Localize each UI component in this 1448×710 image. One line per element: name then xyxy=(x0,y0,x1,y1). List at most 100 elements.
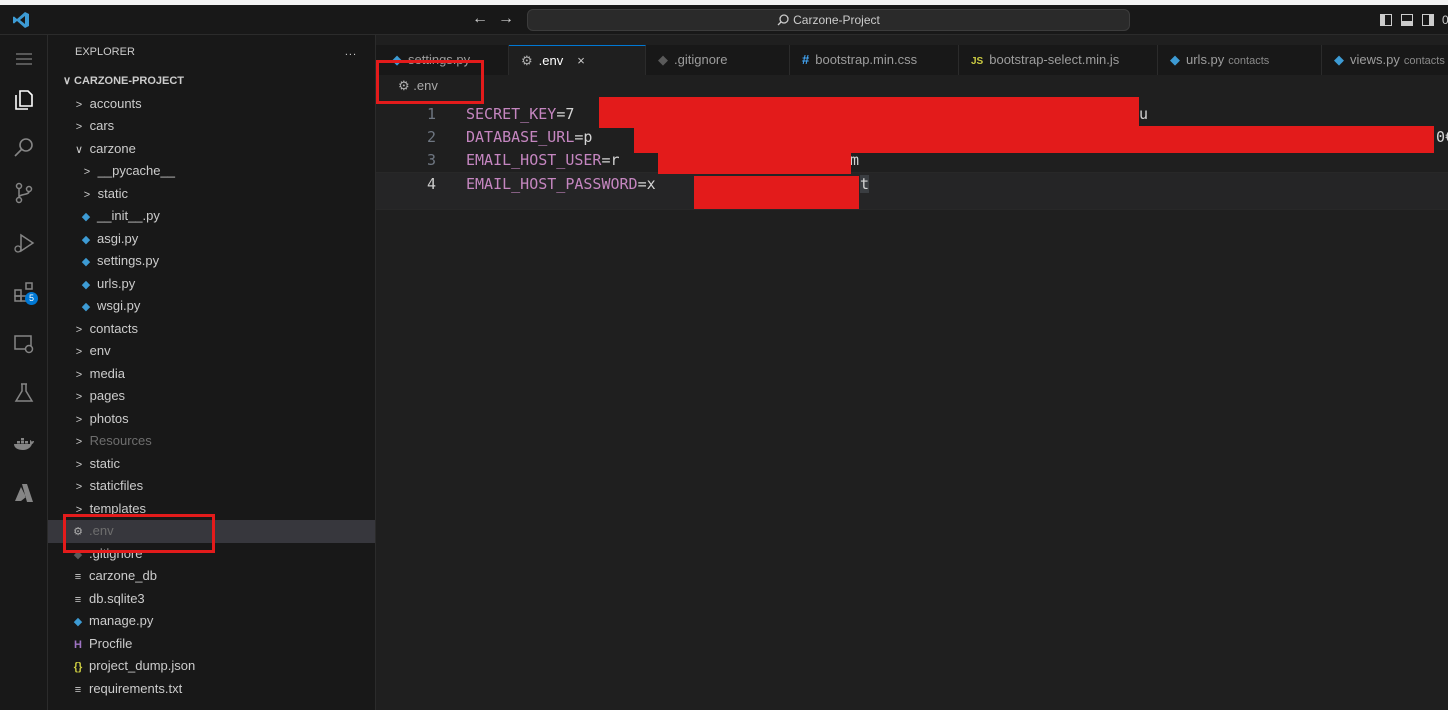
editor-tabs: ◆settings.py ⚙settings.py.env× ◆.gitigno… xyxy=(376,45,1448,75)
tab-bootstrap-min-css[interactable]: # bootstrap.min.css xyxy=(790,45,959,75)
chevron-down-icon: ∨ xyxy=(62,75,72,87)
file-requirements-txt[interactable]: ≡ requirements.txt xyxy=(48,678,375,701)
azure-icon[interactable] xyxy=(12,481,36,505)
line-content: DATABASE_URL=p xyxy=(466,128,593,146)
tab-gitignore[interactable]: ◆ .gitignore xyxy=(646,45,790,75)
clock-text: 08 xyxy=(1442,13,1448,27)
folder-accounts[interactable]: > accounts xyxy=(48,93,375,116)
python-file-icon: ◆ xyxy=(81,278,91,291)
more-actions-icon[interactable]: ... xyxy=(345,35,357,70)
tab-views-py[interactable]: ◆ views.py contacts xyxy=(1322,45,1448,75)
vscode-logo-icon[interactable] xyxy=(12,11,30,29)
folder-pages[interactable]: > pages xyxy=(48,385,375,408)
code-line-current[interactable]: 4 EMAIL_HOST_PASSWORD=x t xyxy=(376,172,1448,210)
source-control-icon[interactable] xyxy=(12,181,36,205)
file-wsgi-py[interactable]: ◆ wsgi.py xyxy=(48,295,375,318)
file-urls-py[interactable]: ◆ urls.py xyxy=(48,273,375,296)
run-debug-icon[interactable] xyxy=(12,231,36,255)
chevron-right-icon: > xyxy=(75,436,83,448)
line-content: EMAIL_HOST_PASSWORD=x xyxy=(466,175,656,193)
chevron-right-icon: > xyxy=(75,368,83,381)
code-editor[interactable]: 1 SECRET_KEY=7 u 2 DATABASE_URL=p 0€ 3 E… xyxy=(376,97,1448,710)
line-tail: t xyxy=(860,175,870,193)
file-db-sqlite3[interactable]: ≡ db.sqlite3 xyxy=(48,588,375,611)
python-file-icon: ◆ xyxy=(81,233,91,246)
folder-static[interactable]: > static xyxy=(48,183,375,206)
project-root[interactable]: ∨ CARZONE-PROJECT xyxy=(48,70,375,93)
python-file-icon: ◆ xyxy=(1170,52,1180,67)
toggle-secondary-sidebar-icon[interactable] xyxy=(1422,14,1434,26)
highlight-box-tab xyxy=(376,60,484,104)
chevron-right-icon: > xyxy=(75,391,83,403)
line-number: 4 xyxy=(426,175,436,193)
extensions-icon[interactable]: 5 xyxy=(12,280,38,305)
highlight-box-file xyxy=(63,514,215,553)
chevron-right-icon: > xyxy=(75,346,83,358)
explorer-sidebar: EXPLORER ... ∨ CARZONE-PROJECT > accounts… xyxy=(48,35,376,710)
folder-carzone[interactable]: ∨ carzone xyxy=(48,138,375,161)
folder-contacts[interactable]: > contacts xyxy=(48,318,375,341)
activity-bar: 5 xyxy=(0,35,48,710)
file-asgi-py[interactable]: ◆ asgi.py xyxy=(48,228,375,251)
extensions-badge: 5 xyxy=(25,292,38,305)
command-center-search[interactable]: Carzone-Project xyxy=(527,9,1130,31)
text-file-icon: ≡ xyxy=(74,571,82,583)
folder-staticfiles[interactable]: > staticfiles xyxy=(48,475,375,498)
folder-pycache[interactable]: > __pycache__ xyxy=(48,160,375,183)
toggle-primary-sidebar-icon[interactable] xyxy=(1380,14,1392,26)
forward-arrow-icon[interactable]: → xyxy=(498,10,514,28)
folder-env[interactable]: > env xyxy=(48,340,375,363)
folder-media[interactable]: > media xyxy=(48,363,375,386)
folder-static-root[interactable]: > static xyxy=(48,453,375,476)
close-icon[interactable]: × xyxy=(577,53,585,68)
file-settings-py[interactable]: ◆ settings.py xyxy=(48,250,375,273)
line-content: EMAIL_HOST_USER=r xyxy=(466,151,620,169)
tab-env[interactable]: ⚙settings.py.env× xyxy=(509,45,646,75)
python-file-icon: ◆ xyxy=(1334,52,1344,67)
explorer-header: EXPLORER ... xyxy=(48,35,375,70)
chevron-right-icon: > xyxy=(75,323,83,336)
gear-icon: ⚙ xyxy=(521,53,533,68)
folder-resources[interactable]: > Resources xyxy=(48,430,375,453)
line-tail: u xyxy=(1139,105,1149,123)
folder-cars[interactable]: > cars xyxy=(48,115,375,138)
git-file-icon: ◆ xyxy=(658,52,668,67)
chevron-right-icon: > xyxy=(75,121,83,133)
file-init-py[interactable]: ◆ __init__.py xyxy=(48,205,375,228)
tab-urls-py[interactable]: ◆ urls.py contacts xyxy=(1158,45,1322,75)
chevron-right-icon: > xyxy=(75,458,83,471)
search-text: Carzone-Project xyxy=(793,13,880,27)
js-file-icon: JS xyxy=(971,56,984,67)
docker-icon[interactable] xyxy=(12,431,36,455)
file-project-dump-json[interactable]: {} project_dump.json xyxy=(48,655,375,678)
remote-explorer-icon[interactable] xyxy=(12,332,36,356)
line-content: SECRET_KEY=7 xyxy=(466,105,575,123)
text-file-icon: ≡ xyxy=(74,683,82,696)
redaction-bar xyxy=(694,176,859,209)
json-file-icon: {} xyxy=(73,661,83,673)
folder-photos[interactable]: > photos xyxy=(48,408,375,431)
file-carzone-db[interactable]: ≡ carzone_db xyxy=(48,565,375,588)
testing-icon[interactable] xyxy=(12,381,36,405)
search-icon xyxy=(777,14,789,26)
chevron-right-icon: > xyxy=(75,98,83,111)
breadcrumb[interactable]: ⚙ .env xyxy=(376,75,1448,97)
heroku-file-icon: H xyxy=(74,638,82,651)
line-number: 2 xyxy=(426,128,436,146)
python-file-icon: ◆ xyxy=(81,211,91,223)
title-bar: ← → Carzone-Project 08 xyxy=(0,5,1448,35)
python-file-icon: ◆ xyxy=(81,256,91,268)
toggle-panel-icon[interactable] xyxy=(1401,14,1413,26)
python-file-icon: ◆ xyxy=(81,301,91,313)
file-tree: ∨ CARZONE-PROJECT > accounts > cars ∨ car… xyxy=(48,70,375,700)
chevron-right-icon: > xyxy=(75,481,83,493)
tab-bootstrap-select-min-js[interactable]: JS bootstrap-select.min.js xyxy=(959,45,1158,75)
file-manage-py[interactable]: ◆ manage.py xyxy=(48,610,375,633)
text-file-icon: ≡ xyxy=(74,593,82,606)
back-arrow-icon[interactable]: ← xyxy=(472,10,488,28)
search-icon[interactable] xyxy=(12,135,36,159)
menu-icon[interactable] xyxy=(12,47,36,71)
chevron-right-icon: > xyxy=(75,413,83,426)
explorer-icon[interactable] xyxy=(12,88,36,112)
file-procfile[interactable]: H Procfile xyxy=(48,633,375,656)
